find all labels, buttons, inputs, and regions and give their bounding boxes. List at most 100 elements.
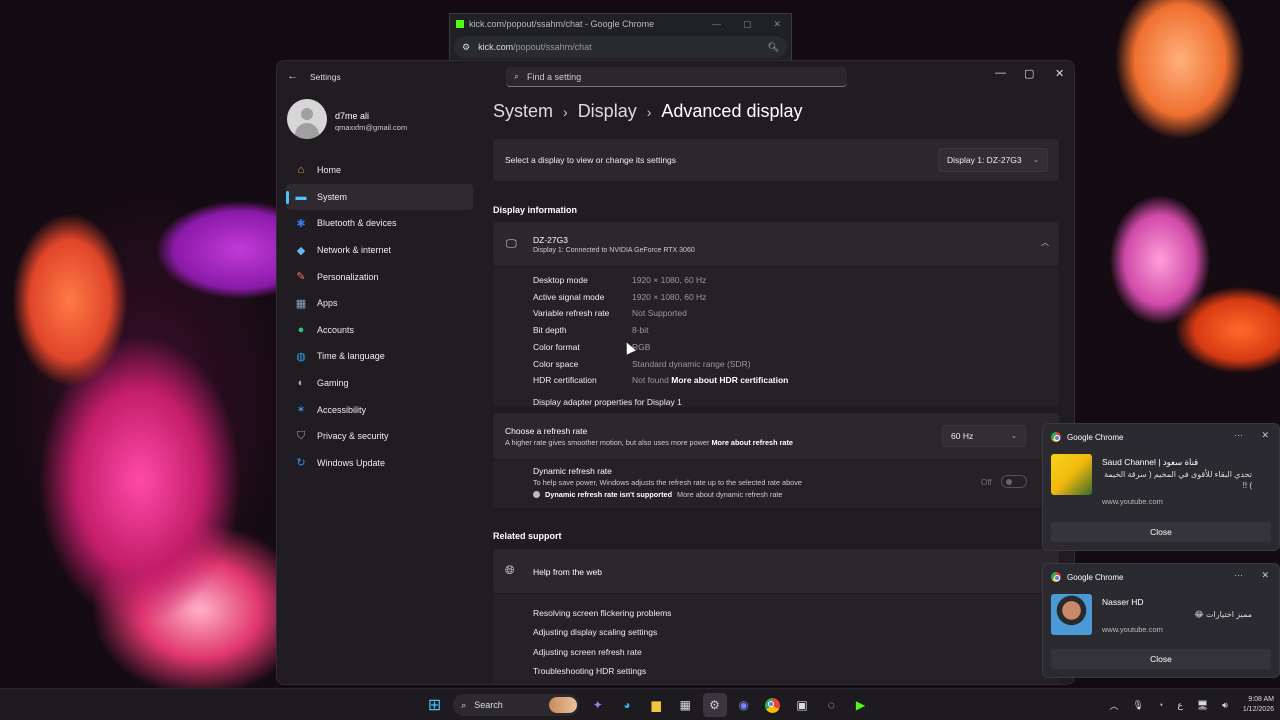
close-icon[interactable]: ✕	[1261, 570, 1269, 581]
help-links: Resolving screen flickering problems Adju…	[493, 594, 1059, 684]
settings-gear-icon[interactable]: ⚙	[702, 693, 727, 717]
breadcrumb-display[interactable]: Display	[578, 101, 637, 122]
sidebar-item-label: Privacy & security	[317, 431, 389, 442]
edge-icon[interactable]: ◕	[615, 693, 639, 717]
info-value: 8-bit	[632, 325, 649, 336]
info-label: Color format	[533, 341, 580, 352]
display-adapter-link[interactable]: Display adapter properties for Display 1	[533, 397, 682, 407]
video-thumbnail	[1051, 594, 1092, 635]
zoom-icon[interactable]: 🔍︎	[768, 42, 779, 53]
chrome-popout-window[interactable]: kick.com/popout/ssahm/chat - Google Chro…	[449, 13, 792, 63]
update-icon: ↻	[296, 457, 306, 470]
close-icon[interactable]: ✕	[773, 19, 781, 30]
copilot-icon[interactable]: ✦	[586, 693, 610, 717]
toast-close-button[interactable]: Close	[1051, 649, 1271, 669]
help-link[interactable]: Adjusting display scaling settings	[533, 627, 657, 637]
notification-toast[interactable]: Google Chrome ··· ✕ Saud Channel | قناة …	[1042, 423, 1280, 551]
kick-app-icon[interactable]: ▶	[848, 693, 872, 717]
dynamic-refresh-link[interactable]: More about dynamic refresh rate	[677, 490, 782, 499]
maximize-icon[interactable]: ▢	[1024, 67, 1034, 80]
display-select[interactable]: Display 1: DZ-27G3 ⌄	[938, 148, 1048, 172]
sidebar-item-windows-update[interactable]: ↻ Windows Update	[286, 450, 473, 477]
breadcrumb-system[interactable]: System	[493, 101, 553, 122]
dynamic-refresh-toggle[interactable]	[1001, 475, 1027, 488]
notification-toast[interactable]: Google Chrome ··· ✕ Nasser HD مميز اختيا…	[1042, 563, 1280, 678]
search-input[interactable]: ⌕ Find a setting	[506, 67, 847, 87]
info-label: Desktop mode	[533, 275, 588, 285]
chevron-up-icon[interactable]: ︿	[1109, 699, 1118, 712]
hdr-certification-link[interactable]: More about HDR certification	[671, 375, 788, 385]
more-options-icon[interactable]: ···	[1234, 570, 1243, 580]
display-name: DZ-27G3	[533, 235, 568, 245]
sidebar-item-time-language[interactable]: ◍ Time & language	[286, 343, 473, 370]
sidebar-item-privacy-security[interactable]: ⛉ Privacy & security	[286, 423, 473, 450]
chrome-icon	[1051, 432, 1061, 442]
minimize-icon[interactable]: —	[995, 67, 1006, 79]
chrome-app-icon[interactable]	[761, 693, 785, 717]
search-highlight-image	[549, 697, 578, 713]
search-icon: ⌕	[514, 71, 520, 81]
volume-icon[interactable]: 🔊︎	[1222, 700, 1228, 711]
windows-start-icon[interactable]: ⊞	[423, 693, 447, 717]
display-info-header[interactable]: 🖵 DZ-27G3 Display 1: Connected to NVIDIA…	[493, 222, 1059, 266]
globe-clock-icon: ◍	[296, 350, 306, 363]
discord-icon[interactable]: ◉	[732, 693, 756, 717]
refresh-rate-link[interactable]: More about refresh rate	[711, 438, 793, 447]
close-icon[interactable]: ✕	[1055, 67, 1064, 80]
refresh-rate-subtitle: A higher rate gives smoother motion, but…	[505, 438, 793, 447]
sidebar-item-label: Gaming	[317, 378, 349, 389]
microphone-icon[interactable]: 🎙︎	[1132, 700, 1143, 711]
toggle-state-label: Off	[981, 478, 992, 487]
chevron-up-icon[interactable]: ︿	[1041, 237, 1049, 248]
minimize-icon[interactable]: —	[712, 19, 721, 30]
cpu-icon[interactable]: ▣	[790, 693, 814, 717]
network-icon[interactable]: 🖥︎	[1197, 700, 1208, 711]
system-tray: ︿ 🎙︎ ◔ ع 🖥︎ 🔊︎ 9:08 AM 1/12/2026	[1102, 689, 1274, 720]
sidebar-item-label: Bluetooth & devices	[317, 218, 397, 229]
chrome-titlebar: kick.com/popout/ssahm/chat - Google Chro…	[450, 14, 791, 34]
user-profile[interactable]: d7me ali qmaxxfm@gmail.com	[287, 99, 477, 141]
chrome-window-title: kick.com/popout/ssahm/chat - Google Chro…	[469, 19, 655, 29]
close-icon[interactable]: ✕	[1261, 430, 1269, 441]
input-language[interactable]: ع	[1177, 700, 1182, 711]
sidebar-item-network-internet[interactable]: ◆ Network & internet	[286, 237, 473, 264]
apps-icon: ▦	[295, 297, 307, 310]
refresh-rate-select[interactable]: 60 Hz ⌄	[942, 425, 1026, 447]
store-icon[interactable]: ▦	[673, 693, 697, 717]
kick-favicon-icon	[456, 20, 464, 28]
info-label: Variable refresh rate	[533, 308, 610, 319]
chrome-icon	[1051, 572, 1061, 582]
headset-icon[interactable]: ◔	[1158, 700, 1163, 710]
taskbar-search[interactable]: ⌕ Search	[453, 694, 580, 716]
help-link[interactable]: Adjusting screen refresh rate	[533, 647, 642, 657]
sidebar-item-system[interactable]: ▬ System	[286, 183, 473, 211]
clock[interactable]: 9:08 AM 1/12/2026	[1243, 695, 1274, 715]
toast-source: www.youtube.com	[1102, 625, 1163, 634]
toast-header: Google Chrome	[1051, 432, 1123, 442]
sidebar-item-accessibility[interactable]: ✶ Accessibility	[286, 396, 473, 423]
toast-message: تحدي البقاء للأقوى في المخيم ( سرقة الخي…	[1104, 470, 1252, 490]
maximize-icon[interactable]: ▢	[743, 19, 752, 30]
sidebar-item-personalization[interactable]: ✎ Personalization	[286, 263, 473, 290]
help-link[interactable]: Troubleshooting HDR settings	[533, 666, 646, 676]
help-from-web-card[interactable]: 🌐︎ Help from the web	[493, 549, 1059, 593]
app-title: Settings	[310, 72, 341, 82]
toast-title: Nasser HD	[1102, 597, 1144, 607]
chrome-address-bar[interactable]: ⚙ kick.com/popout/ssahm/chat 🔍︎	[454, 36, 787, 58]
back-arrow-icon[interactable]: ←	[287, 70, 298, 82]
site-info-icon[interactable]: ⚙	[462, 42, 470, 53]
toast-close-button[interactable]: Close	[1051, 522, 1271, 542]
more-options-icon[interactable]: ···	[1234, 430, 1243, 440]
record-icon[interactable]: ◌	[819, 693, 843, 717]
sidebar-item-bluetooth-devices[interactable]: ✱ Bluetooth & devices	[286, 210, 473, 237]
dynamic-refresh-unsupported: Dynamic refresh rate isn't supported	[545, 490, 673, 499]
file-explorer-icon[interactable]: ▆	[644, 693, 668, 717]
sidebar-item-accounts[interactable]: ● Accounts	[286, 317, 473, 344]
sidebar-item-apps[interactable]: ▦ Apps	[286, 290, 473, 317]
help-link[interactable]: Resolving screen flickering problems	[533, 608, 671, 618]
sidebar-item-gaming[interactable]: ◐ Gaming	[286, 370, 473, 397]
avatar	[287, 99, 327, 139]
taskbar: ⊞ ⌕ Search ✦ ◕ ▆ ▦ ⚙ ◉ ▣ ◌ ▶ ︿ 🎙︎ ◔ ع 🖥︎…	[0, 688, 1280, 720]
sidebar-item-home[interactable]: ⌂ Home	[286, 157, 473, 184]
display-info-body: Display adapter properties for Display 1…	[493, 267, 1059, 407]
